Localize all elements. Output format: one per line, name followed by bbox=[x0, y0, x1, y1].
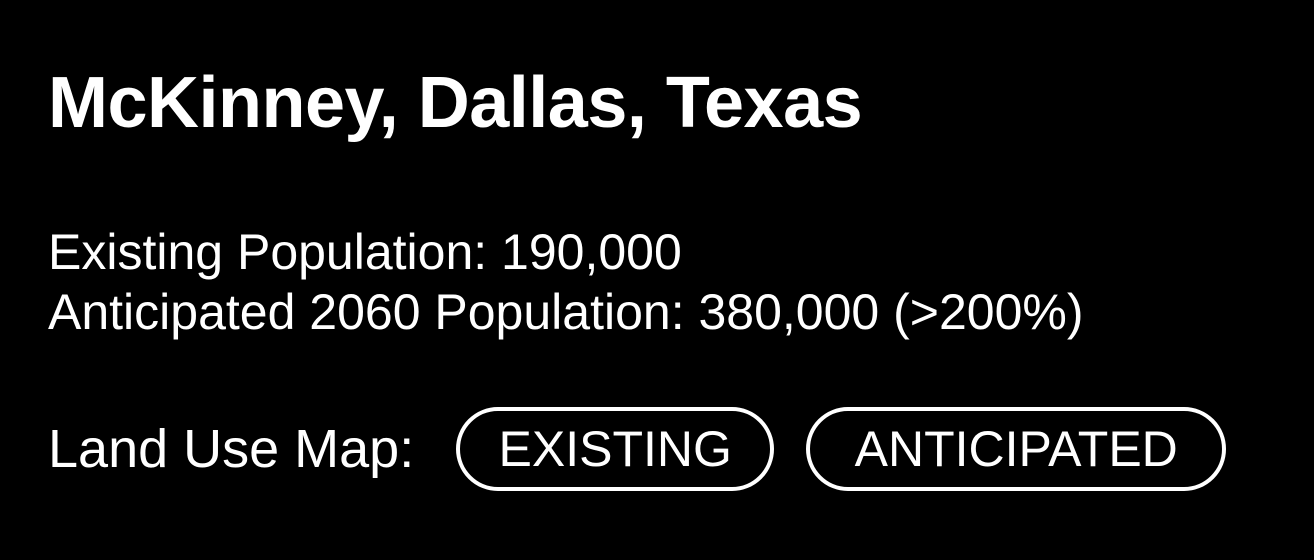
city-info-panel: McKinney, Dallas, Texas Existing Populat… bbox=[0, 0, 1314, 560]
existing-population-text: Existing Population: 190,000 bbox=[48, 224, 682, 280]
city-title: McKinney, Dallas, Texas bbox=[48, 63, 863, 143]
land-use-map-toggle: Land Use Map: EXISTING ANTICIPATED bbox=[48, 406, 1227, 492]
population-stats: Existing Population: 190,000 Anticipated… bbox=[48, 222, 1084, 342]
anticipated-population-text: Anticipated 2060 Population: 380,000 (>2… bbox=[48, 284, 1084, 340]
land-use-map-label: Land Use Map: bbox=[48, 419, 415, 479]
existing-map-button[interactable]: EXISTING bbox=[456, 407, 775, 491]
anticipated-map-button[interactable]: ANTICIPATED bbox=[806, 407, 1227, 491]
